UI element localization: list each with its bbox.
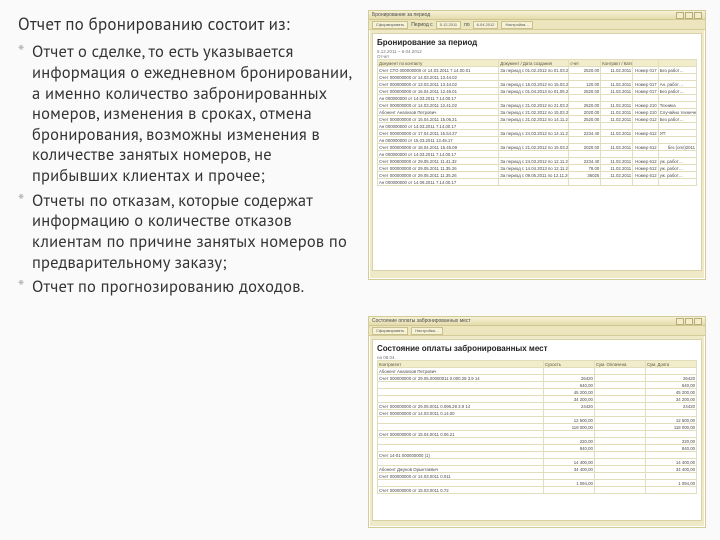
column-header: Сухость [543, 361, 594, 368]
booking-table: Документ по контактуДокумент / Дата созд… [377, 59, 697, 186]
close-icon[interactable] [694, 12, 702, 19]
table-row: Счет 000000000 от 14.03.0011 0.14.00 [378, 410, 697, 417]
table-row: Абонент Анализов ПетровичЗа период с 21.… [378, 109, 697, 116]
table-row: 118 000,00118 000,00 [378, 424, 697, 431]
maximize-icon[interactable] [685, 318, 693, 325]
table-row: Счет 000000000 от 29.05.2011 11.35.26За … [378, 165, 697, 172]
table-row: Счет 000000000 от 18.04.2011 15.45.09За … [378, 144, 697, 151]
table-row: Счет 000000000 от 15.03.0011 0.72 [378, 487, 697, 494]
asof-value: 08.04. [383, 355, 396, 360]
toolbar: Сформировать Период с 5.12.2011 по 6.04.… [369, 20, 705, 30]
table-row: 14 400,0014 400,00 [378, 459, 697, 466]
table-row: 1 094,001 094,00 [378, 480, 697, 487]
table-row: Счет 000000000 от 15.04.0011 0.06.21 [378, 431, 697, 438]
toolbar-button[interactable]: Сформировать [372, 327, 408, 335]
payment-table: КонтрагентСухостьСум. ОплаченаСум. Долга… [377, 360, 697, 494]
table-row: Счет 000000000 от 17.04.2011 15.54.27За … [378, 130, 697, 137]
table-row: 12 500,0012 500,00 [378, 417, 697, 424]
table-row: Счет 000000000 от 14.03.0011 0.011 [378, 473, 697, 480]
table-row: Счет 000000000 от 14.03.2011 12.41.02За … [378, 102, 697, 109]
table-row: Абонент Джунов Орынтаевич34 400,0034 400… [378, 466, 697, 473]
table-row: Ан 000000000 от 14.03.2011 7.14.00.17 [378, 123, 697, 130]
column-header: счет [569, 60, 601, 67]
maximize-icon[interactable] [685, 12, 693, 19]
intro-text: Отчет по бронированию состоит из: [18, 14, 358, 35]
table-row: Ан 000000000 от 14.03.2011 7.14.00.17 [378, 95, 697, 102]
table-row: Счет 000000000 от 29.05.2011 11.41.32За … [378, 158, 697, 165]
column-header: Документ по контакту [378, 60, 499, 67]
text-column: Отчет по бронированию состоит из: Отчет … [18, 14, 358, 297]
report-document: Состояние оплаты забронированных мест на… [372, 339, 702, 521]
report-heading: Бронирование за период [377, 38, 697, 47]
minimize-icon[interactable] [676, 12, 684, 19]
column-header: Контрагент [378, 361, 544, 368]
table-row: Счет 000000000 от 14.03.2011 13.44.02 [378, 74, 697, 81]
window-titlebar: Бронирование за период [369, 11, 705, 20]
table-row: Ан 000000000 от 14.09.2011 7.14.00.17 [378, 179, 697, 186]
column-header: Сум. Оплачена [594, 361, 645, 368]
table-row: 45 200,0045 200,00 [378, 389, 697, 396]
column-header: Контракт / Категория [601, 60, 633, 67]
table-row: Ан 000000000 от 14.03.2011 7.14.00.17 [378, 151, 697, 158]
window-title: Состояние оплаты забронированных мест [372, 318, 471, 324]
column-header: Сум. Долга [645, 361, 696, 368]
toolbar-button[interactable]: Сформировать [372, 21, 408, 29]
table-row: Счет 000000000 от 29.05.00000011 0.000.2… [378, 375, 697, 382]
period-label: Период с [411, 22, 432, 28]
period-to-label: по [464, 22, 470, 28]
table-row: Счет 000000000 от 29.05.0011 0.096.28 3.… [378, 403, 697, 410]
minimize-icon[interactable] [676, 318, 684, 325]
table-row: Счет 14-01 000000000 (1) [378, 452, 697, 459]
table-row: Счет 000000000 от 16.04.2011 12.46.01За … [378, 88, 697, 95]
table-row: Абонент Анализов Петрович [378, 368, 697, 375]
report-heading: Состояние оплаты забронированных мест [377, 344, 697, 353]
screenshot-report-payment: Состояние оплаты забронированных мест Сф… [368, 316, 706, 528]
date-from-input[interactable]: 5.12.2011 [436, 21, 462, 29]
table-row: 34 200,0034 200,00 [378, 396, 697, 403]
toolbar-button-settings[interactable]: Настройка… [411, 327, 443, 335]
column-header: Документ / Дата создания [499, 60, 569, 67]
table-row: Счет 000000000 от 13.03.2011 13.44.02За … [378, 81, 697, 88]
table-row: Счет 000000000 от 29.05.2011 11.35.26За … [378, 172, 697, 179]
bullet-3: Отчет по прогнозированию доходов. [18, 276, 358, 297]
toolbar-button-settings[interactable]: Настройка… [501, 21, 533, 29]
bullet-1: Отчет о сделке, то есть указывается инфо… [18, 41, 358, 185]
screenshot-report-booking: Бронирование за период Сформировать Пери… [368, 10, 706, 280]
window-title: Бронирование за период [372, 12, 430, 18]
close-icon[interactable] [694, 318, 702, 325]
report-document: Бронирование за период 5.12.2011 – 6.04.… [372, 33, 702, 271]
window-titlebar: Состояние оплаты забронированных мест [369, 317, 705, 326]
table-row: 640,00640,00 [378, 382, 697, 389]
bullet-2: Отчеты по отказам, которые содержат инфо… [18, 190, 358, 273]
table-row: 220,00220,00 [378, 438, 697, 445]
table-row: Счет СТО 000000000 от 14.03.2011 7.14.00… [378, 67, 697, 74]
asof-label: на [377, 355, 382, 360]
table-row: Ан 000000000 от 15.03.2011 13.45.17 [378, 137, 697, 144]
table-row: 840,00840,00 [378, 445, 697, 452]
bullet-list: Отчет о сделке, то есть указывается инфо… [18, 41, 358, 297]
date-to-input[interactable]: 6.04.2012 [473, 21, 499, 29]
toolbar: Сформировать Настройка… [369, 326, 705, 336]
table-row: Счет 000000000 от 15.04.2011 15.06.21За … [378, 116, 697, 123]
